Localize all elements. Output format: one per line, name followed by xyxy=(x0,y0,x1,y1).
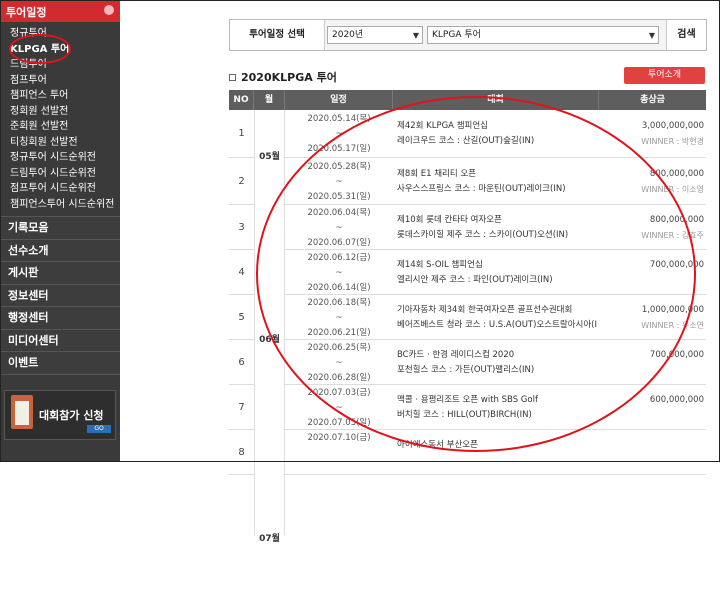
row-no: 2 xyxy=(238,176,245,187)
header-month: 월 xyxy=(254,90,285,110)
row-no: 1 xyxy=(238,128,245,139)
header-prize: 총상금 xyxy=(640,95,665,105)
row-no: 6 xyxy=(238,357,245,368)
row-no: 3 xyxy=(238,222,245,233)
header-date: 일정 xyxy=(285,90,393,110)
sidebar-item-admin-center[interactable]: 행정센터 xyxy=(0,307,120,330)
search-button[interactable]: 검색 xyxy=(666,20,706,50)
section-title-text: 2020KLPGA 투어 xyxy=(241,71,337,84)
tournament-entry-banner[interactable]: 대회참가 신청 GO xyxy=(4,390,116,440)
square-bullet-icon xyxy=(229,73,236,81)
sidebar-header[interactable]: 투어일정 xyxy=(0,0,120,22)
tour-select[interactable]: KLPGA 투어 ▼ xyxy=(427,26,659,44)
sidebar-item-full-member-selection[interactable]: 정회원 선발전 xyxy=(10,104,120,120)
sidebar-item-board[interactable]: 게시판 xyxy=(0,262,120,285)
chevron-down-icon: ▼ xyxy=(648,31,655,40)
banner-go-button[interactable]: GO xyxy=(87,425,111,433)
banner-label: 대회참가 신청 xyxy=(39,409,104,422)
sidebar-item-records[interactable]: 기록모음 xyxy=(0,217,120,240)
year-select[interactable]: 2020년 ▼ xyxy=(327,26,423,44)
sidebar-item-info-center[interactable]: 정보센터 xyxy=(0,284,120,307)
highlight-oval xyxy=(256,96,696,452)
row-no: 4 xyxy=(238,267,245,278)
chevron-down-icon: ▼ xyxy=(412,31,419,40)
header-no: NO xyxy=(229,90,254,110)
sidebar-item-dream-seed-ranking[interactable]: 드림투어 시드순위전 xyxy=(10,166,120,182)
sidebar-item-teaching-member-selection[interactable]: 티칭회원 선발전 xyxy=(10,135,120,151)
sidebar-item-players[interactable]: 선수소개 xyxy=(0,239,120,262)
row-no: 8 xyxy=(238,447,245,458)
sidebar-main-menu: 기록모음 선수소개 게시판 정보센터 행정센터 미디어센터 이벤트 xyxy=(0,216,120,375)
tour-schedule-search: 투어일정 선택 2020년 ▼ KLPGA 투어 ▼ 검색 xyxy=(229,19,707,51)
tour-intro-button[interactable]: 투어소개 xyxy=(624,67,705,84)
sidebar-item-jump-tour[interactable]: 점프투어 xyxy=(10,73,120,89)
row-no: 5 xyxy=(238,312,245,323)
sidebar-item-jump-seed-ranking[interactable]: 점프투어 시드순위전 xyxy=(10,181,120,197)
month-cell: 07월 xyxy=(254,475,285,544)
sidebar-item-champions-seed-ranking[interactable]: 챔피언스투어 시드순위전 xyxy=(10,197,120,213)
sidebar-item-champions-tour[interactable]: 챔피언스 투어 xyxy=(10,88,120,104)
clipboard-icon xyxy=(11,395,33,429)
sidebar-header-label: 투어일정 xyxy=(6,6,47,19)
search-label: 투어일정 선택 xyxy=(230,20,325,50)
sidebar-item-regular-seed-ranking[interactable]: 정규투어 시드순위전 xyxy=(10,150,120,166)
sidebar: 투어일정 정규투어 KLPGA 투어 드림투어 점프투어 챔피언스 투어 정회원… xyxy=(0,0,120,462)
pin-icon xyxy=(104,5,114,15)
tour-select-value: KLPGA 투어 xyxy=(432,30,481,40)
prize-amount: 3,000,000,000 xyxy=(641,121,704,131)
highlight-oval xyxy=(9,34,71,64)
section-title: 2020KLPGA 투어 xyxy=(229,69,337,85)
sidebar-item-media-center[interactable]: 미디어센터 xyxy=(0,329,120,352)
row-no: 7 xyxy=(238,402,245,413)
sidebar-item-associate-member-selection[interactable]: 준회원 선발전 xyxy=(10,119,120,135)
sidebar-item-events[interactable]: 이벤트 xyxy=(0,352,120,375)
year-select-value: 2020년 xyxy=(332,30,364,40)
